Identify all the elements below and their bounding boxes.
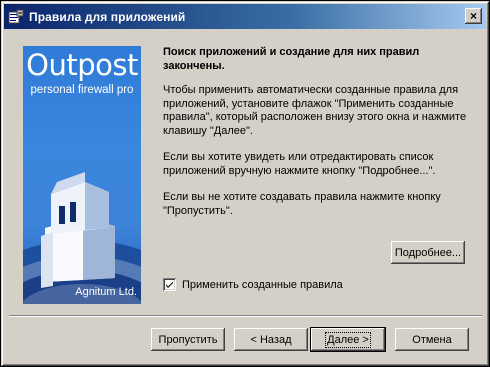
title-bar[interactable]: Правила для приложений × xyxy=(4,4,486,29)
cancel-button-label: Отмена xyxy=(412,333,452,346)
close-button[interactable]: × xyxy=(465,8,482,24)
button-separator xyxy=(9,315,482,317)
next-button[interactable]: Далее > xyxy=(310,327,386,352)
completion-heading: Поиск приложений и создание для них прав… xyxy=(163,46,420,72)
content-area: Поиск приложений и создание для них прав… xyxy=(163,45,473,231)
tower-illustration xyxy=(23,172,141,304)
cancel-button[interactable]: Отмена xyxy=(395,328,469,351)
details-button[interactable]: Подробнее... xyxy=(391,241,465,264)
instructions-details: Если вы хотите увидеть или отредактирова… xyxy=(163,151,436,177)
instructions-skip: Если вы не хотите создавать правила нажм… xyxy=(163,191,441,217)
details-button-label: Подробнее... xyxy=(394,246,462,259)
window-title: Правила для приложений xyxy=(29,9,186,24)
apply-rules-checkbox[interactable] xyxy=(163,278,176,291)
instructions-apply: Чтобы применить автоматически созданные … xyxy=(163,84,467,137)
banner-company: Agnitum Ltd. xyxy=(75,286,137,298)
skip-button-label: Пропустить xyxy=(158,333,218,346)
back-button-label: < Назад xyxy=(250,333,292,346)
banner-subtitle: personal firewall pro xyxy=(30,84,134,96)
close-icon: × xyxy=(469,9,477,23)
next-button-label: Далее > xyxy=(325,331,371,348)
banner-product-name: Outpost xyxy=(26,48,138,82)
product-banner: Outpost personal firewall pro Agnitum Lt… xyxy=(23,46,141,304)
checkmark-icon xyxy=(166,281,173,288)
apply-rules-option[interactable]: Применить созданные правила xyxy=(163,278,343,291)
dialog-window: Правила для приложений × Outpost persona… xyxy=(0,0,490,367)
apply-rules-label: Применить созданные правила xyxy=(182,278,343,291)
app-icon xyxy=(8,9,24,25)
skip-button[interactable]: Пропустить xyxy=(151,328,225,351)
back-button[interactable]: < Назад xyxy=(234,328,308,351)
